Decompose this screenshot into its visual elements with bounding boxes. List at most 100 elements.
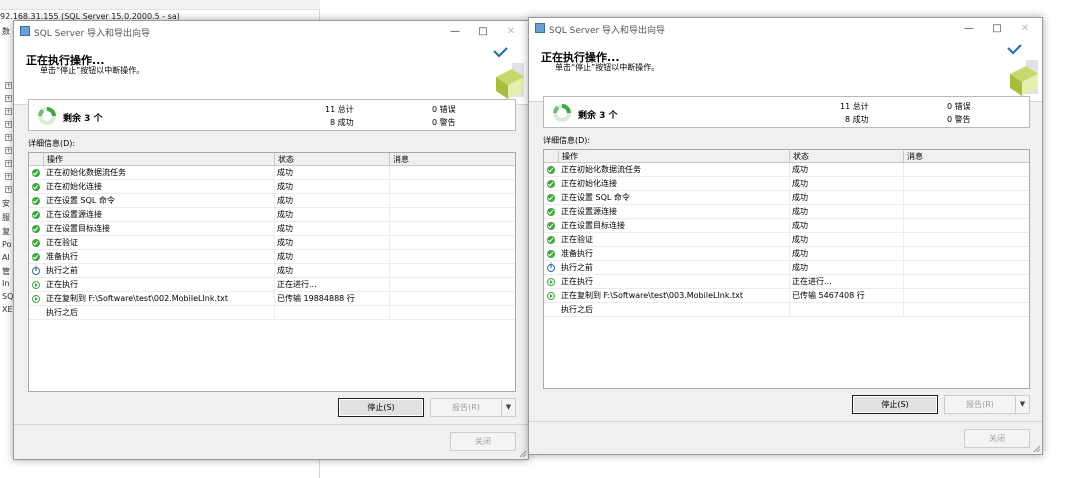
table-row[interactable]: 正在设置 SQL 命令 成功 bbox=[29, 194, 515, 208]
tree-expand-icon[interactable]: + bbox=[5, 147, 12, 154]
table-row[interactable]: 正在执行 正在进行... bbox=[544, 275, 1029, 289]
stop-button[interactable]: 停止(S) bbox=[852, 395, 938, 414]
success-count: 8 成功 bbox=[330, 118, 354, 127]
row-action: 执行之后 bbox=[561, 305, 593, 314]
close-button[interactable]: 关闭 bbox=[450, 432, 516, 451]
row-action: 准备执行 bbox=[561, 249, 593, 258]
table-row[interactable]: 正在设置目标连接 成功 bbox=[544, 219, 1029, 233]
close-button[interactable]: 关闭 bbox=[964, 429, 1030, 448]
success-icon bbox=[32, 183, 40, 191]
tree-expand-icon[interactable]: + bbox=[5, 173, 12, 180]
chevron-down-icon[interactable]: ▼ bbox=[501, 399, 515, 416]
row-action: 正在设置源连接 bbox=[561, 207, 617, 216]
success-icon bbox=[547, 222, 555, 230]
column-header-status[interactable]: 状态 bbox=[789, 150, 903, 163]
row-status: 成功 bbox=[277, 210, 293, 219]
report-button[interactable]: 报告(R) ▼ bbox=[430, 398, 516, 417]
column-divider bbox=[389, 208, 390, 222]
row-status: 成功 bbox=[792, 193, 808, 202]
column-divider bbox=[274, 208, 275, 222]
column-divider bbox=[389, 264, 390, 278]
error-count: 0 错误 bbox=[947, 102, 971, 111]
column-divider bbox=[789, 303, 790, 317]
row-action: 正在复制到 F:\Software\test\002.MobileLInk.tx… bbox=[46, 294, 229, 303]
column-divider bbox=[274, 278, 275, 292]
table-row[interactable]: 正在初始化连接 成功 bbox=[29, 180, 515, 194]
table-row[interactable]: 执行之后 bbox=[544, 303, 1029, 317]
column-header-message[interactable]: 消息 bbox=[903, 150, 1029, 163]
success-icon bbox=[32, 239, 40, 247]
details-label: 详细信息(D): bbox=[28, 139, 76, 148]
column-divider bbox=[274, 306, 275, 320]
title-bar[interactable]: SQL Server 导入和导出向导 — □ ✕ bbox=[529, 18, 1042, 40]
column-divider bbox=[903, 177, 904, 191]
tree-expand-icon[interactable]: + bbox=[5, 160, 12, 167]
resize-grip-icon[interactable] bbox=[519, 450, 527, 458]
row-action: 执行之前 bbox=[46, 266, 78, 275]
table-row[interactable]: 正在执行 正在进行... bbox=[29, 278, 515, 292]
table-row[interactable]: 准备执行 成功 bbox=[29, 250, 515, 264]
minimize-icon[interactable]: — bbox=[962, 22, 976, 36]
row-action: 执行之前 bbox=[561, 263, 593, 272]
maximize-icon[interactable]: □ bbox=[990, 22, 1004, 36]
table-row[interactable]: 正在设置源连接 成功 bbox=[29, 208, 515, 222]
remaining-count: 剩余 3 个 bbox=[578, 111, 618, 121]
row-action: 正在执行 bbox=[561, 277, 593, 286]
column-divider bbox=[389, 166, 390, 180]
close-icon[interactable]: ✕ bbox=[504, 25, 518, 39]
table-row[interactable]: 执行之前 成功 bbox=[544, 261, 1029, 275]
title-bar[interactable]: SQL Server 导入和导出向导 — □ ✕ bbox=[14, 21, 528, 43]
column-header-action[interactable]: 操作 bbox=[558, 150, 789, 163]
table-row[interactable]: 正在验证 成功 bbox=[29, 236, 515, 250]
close-button-label: 关闭 bbox=[989, 434, 1005, 443]
row-action: 正在复制到 F:\Software\test\003.MobileLInk.tx… bbox=[561, 291, 744, 300]
row-status: 成功 bbox=[277, 224, 293, 233]
maximize-icon[interactable]: □ bbox=[476, 25, 490, 39]
details-grid[interactable]: 操作 状态 消息 正在初始化数据流任务 成功 正在初始化连接 成功 正在设置 SQL 命令 成功… bbox=[28, 152, 516, 392]
column-header-message[interactable]: 消息 bbox=[389, 153, 515, 166]
row-action: 正在设置 SQL 命令 bbox=[46, 196, 115, 205]
minimize-icon[interactable]: — bbox=[448, 25, 462, 39]
row-status bbox=[277, 306, 388, 320]
row-status bbox=[792, 303, 902, 317]
column-header-action[interactable]: 操作 bbox=[43, 153, 274, 166]
table-row[interactable]: 准备执行 成功 bbox=[544, 247, 1029, 261]
details-label: 详细信息(D): bbox=[543, 136, 591, 145]
row-action: 正在设置 SQL 命令 bbox=[561, 193, 630, 202]
tree-expand-icon[interactable]: + bbox=[5, 134, 12, 141]
table-row[interactable]: 正在验证 成功 bbox=[544, 233, 1029, 247]
tree-expand-icon[interactable]: + bbox=[5, 108, 12, 115]
tree-expand-icon[interactable]: + bbox=[5, 121, 12, 128]
column-header-status[interactable]: 状态 bbox=[274, 153, 389, 166]
wizard-banner-icon bbox=[1007, 44, 1038, 96]
table-row[interactable]: 正在初始化数据流任务 成功 bbox=[544, 163, 1029, 177]
table-row[interactable]: 正在设置源连接 成功 bbox=[544, 205, 1029, 219]
column-divider bbox=[389, 236, 390, 250]
table-row[interactable]: 正在复制到 F:\Software\test\002.MobileLInk.tx… bbox=[29, 292, 515, 306]
row-status: 已传输 19884888 行 bbox=[277, 294, 355, 303]
table-row[interactable]: 执行之后 bbox=[29, 306, 515, 320]
table-row[interactable]: 正在复制到 F:\Software\test\003.MobileLInk.tx… bbox=[544, 289, 1029, 303]
tree-expand-icon[interactable]: + bbox=[5, 82, 12, 89]
table-row[interactable]: 执行之前 成功 bbox=[29, 264, 515, 278]
close-icon[interactable]: ✕ bbox=[1018, 22, 1032, 36]
details-grid[interactable]: 操作 状态 消息 正在初始化数据流任务 成功 正在初始化连接 成功正在设置 SQL 命令 成功… bbox=[543, 149, 1030, 389]
table-row[interactable]: 正在设置 SQL 命令 成功 bbox=[544, 191, 1029, 205]
tree-expand-icon[interactable]: + bbox=[5, 95, 12, 102]
table-row[interactable]: 正在初始化数据流任务 成功 bbox=[29, 166, 515, 180]
column-divider bbox=[389, 306, 390, 320]
column-divider bbox=[903, 163, 904, 177]
row-action: 正在执行 bbox=[46, 280, 78, 289]
row-status: 已传输 5467408 行 bbox=[792, 291, 865, 300]
resize-grip-icon[interactable] bbox=[1033, 445, 1041, 453]
in-progress-icon bbox=[547, 278, 555, 286]
row-action: 准备执行 bbox=[46, 252, 78, 261]
chevron-down-icon[interactable]: ▼ bbox=[1015, 396, 1029, 413]
report-button[interactable]: 报告(R) ▼ bbox=[944, 395, 1030, 414]
table-row[interactable]: 正在初始化连接 成功 bbox=[544, 177, 1029, 191]
row-status: 成功 bbox=[277, 168, 293, 177]
stop-button[interactable]: 停止(S) bbox=[338, 398, 424, 417]
tree-expand-icon[interactable]: + bbox=[5, 186, 12, 193]
table-row[interactable]: 正在设置目标连接 成功 bbox=[29, 222, 515, 236]
wizard-dialog-1: SQL Server 导入和导出向导 — □ ✕ 正在执行操作... 单击“停止”按钮以中… bbox=[13, 20, 529, 460]
